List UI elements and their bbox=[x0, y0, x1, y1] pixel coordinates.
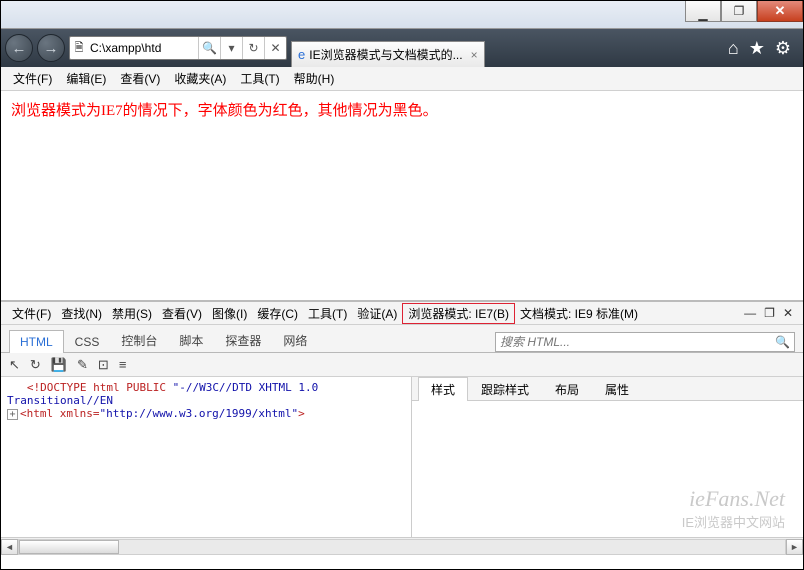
dt-tab-script[interactable]: 脚本 bbox=[168, 327, 214, 353]
forward-button[interactable]: → bbox=[37, 34, 65, 62]
dt-document-mode[interactable]: 文档模式: IE9 标准(M) bbox=[515, 303, 643, 324]
devtools-search[interactable]: 🔍 bbox=[495, 332, 795, 352]
browser-tab[interactable]: e IE浏览器模式与文档模式的... × bbox=[291, 41, 485, 67]
dt-menu-cache[interactable]: 缓存(C) bbox=[252, 303, 303, 324]
back-button[interactable]: ← bbox=[5, 34, 33, 62]
dt-tab-network[interactable]: 网络 bbox=[272, 327, 318, 353]
dt-close-icon[interactable]: ✕ bbox=[783, 306, 793, 320]
page-content: 浏览器模式为IE7的情况下，字体颜色为红色，其他情况为黑色。 bbox=[1, 91, 803, 301]
devtools-right-panel: 样式 跟踪样式 布局 属性 bbox=[411, 377, 803, 537]
scroll-track[interactable] bbox=[18, 539, 786, 555]
dt-menu-find[interactable]: 查找(N) bbox=[56, 303, 107, 324]
browser-menubar: 文件(F) 编辑(E) 查看(V) 收藏夹(A) 工具(T) 帮助(H) bbox=[1, 67, 803, 91]
box-icon[interactable]: ⊡ bbox=[98, 357, 109, 373]
devtools-toolbar: ↖ ↻ 💾 ✎ ⊡ ≡ bbox=[1, 353, 803, 377]
dt-tab-css[interactable]: CSS bbox=[64, 330, 111, 353]
menu-tools[interactable]: 工具(T) bbox=[234, 68, 285, 89]
rtab-trace-styles[interactable]: 跟踪样式 bbox=[468, 377, 542, 401]
window-minimize-button[interactable]: ▁ bbox=[685, 1, 721, 22]
devtools-menubar: 文件(F) 查找(N) 禁用(S) 查看(V) 图像(I) 缓存(C) 工具(T… bbox=[1, 301, 803, 325]
refresh-icon[interactable]: ↻ bbox=[242, 37, 264, 59]
page-icon: 🗎 bbox=[70, 39, 88, 58]
window-titlebar: ▁ ❐ ✕ bbox=[1, 1, 803, 29]
menu-edit[interactable]: 编辑(E) bbox=[60, 68, 112, 89]
dt-tab-console[interactable]: 控制台 bbox=[110, 327, 168, 353]
home-icon[interactable]: ⌂ bbox=[728, 38, 739, 59]
dt-menu-file[interactable]: 文件(F) bbox=[7, 303, 56, 324]
tab-title: IE浏览器模式与文档模式的... bbox=[309, 46, 462, 63]
address-dropdown-icon[interactable]: ▾ bbox=[220, 37, 242, 59]
devtools-search-input[interactable] bbox=[500, 335, 775, 349]
stop-icon[interactable]: ✕ bbox=[264, 37, 286, 59]
favorites-icon[interactable]: ★ bbox=[749, 38, 765, 59]
menu-favorites[interactable]: 收藏夹(A) bbox=[168, 68, 232, 89]
arrow-right-icon: → bbox=[44, 40, 59, 57]
scroll-right-button[interactable]: ► bbox=[786, 539, 803, 555]
horizontal-scrollbar[interactable]: ◄ ► bbox=[1, 537, 803, 555]
dt-menu-validate[interactable]: 验证(A) bbox=[352, 303, 402, 324]
dt-browser-mode[interactable]: 浏览器模式: IE7(B) bbox=[402, 303, 515, 324]
scroll-thumb[interactable] bbox=[19, 540, 119, 554]
menu-view[interactable]: 查看(V) bbox=[114, 68, 166, 89]
source-line-html[interactable]: +<html xmlns="http://www.w3.org/1999/xht… bbox=[7, 407, 405, 420]
browser-navbar: ← → 🗎 🔍 ▾ ↻ ✕ e IE浏览器模式与文档模式的... × ⌂ ★ ⚙ bbox=[1, 29, 803, 67]
expand-icon[interactable]: + bbox=[7, 409, 18, 420]
edit-icon[interactable]: ✎ bbox=[77, 357, 88, 373]
source-line-doctype: <!DOCTYPE html PUBLIC "-//W3C//DTD XHTML… bbox=[7, 381, 405, 407]
address-input[interactable] bbox=[88, 41, 198, 55]
save-icon[interactable]: 💾 bbox=[51, 357, 67, 373]
window-close-button[interactable]: ✕ bbox=[757, 1, 803, 22]
arrow-left-icon: ← bbox=[12, 40, 27, 57]
rtab-layout[interactable]: 布局 bbox=[542, 377, 592, 401]
dt-tab-profiler[interactable]: 探查器 bbox=[214, 327, 272, 353]
select-element-icon[interactable]: ↖ bbox=[9, 357, 20, 373]
ie-icon: e bbox=[298, 47, 305, 62]
list-icon[interactable]: ≡ bbox=[119, 357, 127, 372]
search-icon[interactable]: 🔍 bbox=[775, 335, 790, 349]
devtools-body: <!DOCTYPE html PUBLIC "-//W3C//DTD XHTML… bbox=[1, 377, 803, 537]
address-bar[interactable]: 🗎 🔍 ▾ ↻ ✕ bbox=[69, 36, 287, 60]
html-source-panel[interactable]: <!DOCTYPE html PUBLIC "-//W3C//DTD XHTML… bbox=[1, 377, 411, 537]
dt-menu-view[interactable]: 查看(V) bbox=[157, 303, 207, 324]
dt-menu-tools[interactable]: 工具(T) bbox=[303, 303, 352, 324]
menu-file[interactable]: 文件(F) bbox=[7, 68, 58, 89]
dt-restore-icon[interactable]: ❐ bbox=[764, 306, 775, 320]
tab-close-icon[interactable]: × bbox=[471, 48, 478, 62]
dt-tab-html[interactable]: HTML bbox=[9, 330, 64, 353]
search-icon[interactable]: 🔍 bbox=[198, 37, 220, 59]
menu-help[interactable]: 帮助(H) bbox=[288, 68, 341, 89]
dt-menu-disable[interactable]: 禁用(S) bbox=[107, 303, 157, 324]
window-maximize-button[interactable]: ❐ bbox=[721, 1, 757, 22]
devtools-tabbar: HTML CSS 控制台 脚本 探查器 网络 🔍 bbox=[1, 325, 803, 353]
settings-gear-icon[interactable]: ⚙ bbox=[775, 38, 791, 59]
rtab-attributes[interactable]: 属性 bbox=[592, 377, 642, 401]
refresh-icon[interactable]: ↻ bbox=[30, 357, 41, 373]
rtab-styles[interactable]: 样式 bbox=[418, 377, 468, 401]
scroll-left-button[interactable]: ◄ bbox=[1, 539, 18, 555]
dt-menu-images[interactable]: 图像(I) bbox=[207, 303, 252, 324]
dt-minimize-icon[interactable]: — bbox=[744, 306, 756, 320]
